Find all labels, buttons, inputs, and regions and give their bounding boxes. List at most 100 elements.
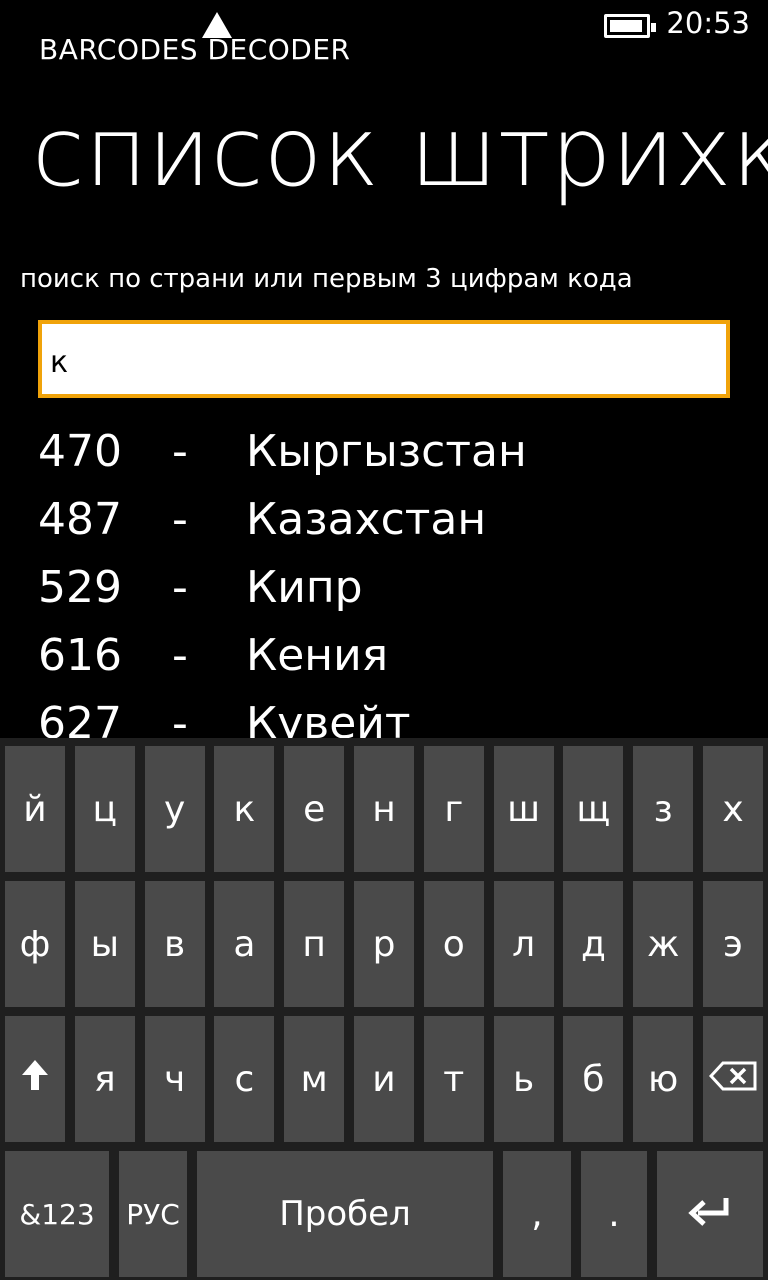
backspace-icon — [708, 1059, 757, 1100]
list-item-country: Кыргызстан — [246, 426, 527, 477]
list-item[interactable]: 616- Кения — [0, 624, 768, 692]
key-х-label: х — [722, 788, 744, 830]
key-ю[interactable]: ю — [633, 1016, 694, 1142]
list-item-country: Кипр — [246, 562, 363, 613]
key-ч-label: ч — [163, 1058, 186, 1100]
key-с-label: с — [234, 1058, 255, 1100]
key-с[interactable]: с — [214, 1016, 275, 1142]
key-т-label: т — [443, 1058, 465, 1100]
comma-key[interactable]: , — [503, 1151, 571, 1277]
key-й-label: й — [23, 788, 47, 830]
key-м[interactable]: м — [284, 1016, 345, 1142]
search-label: поиск по страни или первым 3 цифрам кода — [20, 264, 633, 294]
key-б[interactable]: б — [563, 1016, 624, 1142]
list-item[interactable]: 470- Кыргызстан — [0, 420, 768, 488]
key-п-label: п — [302, 923, 326, 965]
key-ш-label: ш — [507, 788, 541, 830]
key-ы[interactable]: ы — [74, 881, 135, 1007]
key-х[interactable]: х — [703, 746, 763, 872]
key-в[interactable]: в — [144, 881, 205, 1007]
list-item-dash: - — [172, 698, 188, 738]
list-item[interactable]: 529- Кипр — [0, 556, 768, 624]
list-item-code: 627 — [38, 698, 122, 738]
enter-key[interactable] — [657, 1151, 763, 1277]
backspace-key[interactable] — [703, 1016, 763, 1142]
enter-icon — [688, 1194, 732, 1235]
key-ы-label: ы — [90, 923, 120, 965]
key-щ[interactable]: щ — [563, 746, 624, 872]
key-н-label: н — [372, 788, 396, 830]
key-ю-label: ю — [648, 1058, 679, 1100]
key-я[interactable]: я — [74, 1016, 135, 1142]
key-д-label: д — [580, 923, 606, 965]
key-е-label: е — [303, 788, 326, 830]
key-м-label: м — [300, 1058, 328, 1100]
key-ц-label: ц — [92, 788, 118, 830]
key-ф[interactable]: ф — [5, 881, 65, 1007]
shift-key[interactable] — [5, 1016, 65, 1142]
symbols-key-label: &123 — [19, 1197, 95, 1231]
space-key-label: Пробел — [279, 1194, 411, 1234]
on-screen-keyboard: й ц у к е н г ш щ з х ф ы в а п р о л д ж э я ч с м и т ь б ю &123 РУС Пр… — [0, 738, 768, 1280]
key-н[interactable]: н — [354, 746, 414, 872]
key-э-label: э — [723, 923, 743, 965]
key-з-label: з — [653, 788, 673, 830]
key-о[interactable]: о — [423, 881, 484, 1007]
key-г[interactable]: г — [423, 746, 484, 872]
key-и-label: и — [372, 1058, 396, 1100]
shift-arrow-icon — [20, 1058, 50, 1101]
key-к[interactable]: к — [214, 746, 275, 872]
key-б-label: б — [582, 1058, 605, 1100]
key-о-label: о — [442, 923, 465, 965]
symbols-key[interactable]: &123 — [5, 1151, 109, 1277]
app-title: BARCODES DECODER — [39, 33, 351, 66]
key-т[interactable]: т — [423, 1016, 484, 1142]
battery-icon — [604, 14, 656, 38]
key-у-label: у — [163, 788, 186, 830]
period-key-label: . — [608, 1193, 620, 1235]
key-в-label: в — [163, 923, 186, 965]
key-р-label: р — [372, 923, 396, 965]
key-ь-label: ь — [512, 1058, 535, 1100]
key-й[interactable]: й — [5, 746, 65, 872]
key-а-label: а — [233, 923, 256, 965]
period-key[interactable]: . — [581, 1151, 647, 1277]
key-э[interactable]: э — [703, 881, 763, 1007]
key-и[interactable]: и — [354, 1016, 414, 1142]
key-з[interactable]: з — [633, 746, 694, 872]
list-item[interactable]: 487- Казахстан — [0, 488, 768, 556]
key-ч[interactable]: ч — [144, 1016, 205, 1142]
comma-key-label: , — [531, 1193, 543, 1235]
list-item-dash: - — [172, 426, 188, 477]
page-title: список штрихк — [32, 96, 768, 208]
search-box[interactable] — [38, 320, 730, 398]
key-у[interactable]: у — [144, 746, 205, 872]
list-item-code: 529 — [38, 562, 122, 613]
key-р[interactable]: р — [354, 881, 414, 1007]
list-item-dash: - — [172, 562, 188, 613]
list-item-country: Казахстан — [246, 494, 487, 545]
key-е[interactable]: е — [284, 746, 345, 872]
list-item-code: 470 — [38, 426, 122, 477]
key-ц[interactable]: ц — [74, 746, 135, 872]
key-ш[interactable]: ш — [493, 746, 554, 872]
list-item-country: Кувейт — [246, 698, 411, 738]
key-щ-label: щ — [576, 788, 611, 830]
key-ж-label: ж — [646, 923, 680, 965]
battery-level — [610, 20, 642, 32]
key-л[interactable]: л — [493, 881, 554, 1007]
space-key[interactable]: Пробел — [197, 1151, 493, 1277]
key-а[interactable]: а — [214, 881, 275, 1007]
list-item-dash: - — [172, 494, 188, 545]
key-к-label: к — [233, 788, 256, 830]
clock: 20:53 — [666, 6, 750, 40]
language-key[interactable]: РУС — [119, 1151, 187, 1277]
list-item-code: 616 — [38, 630, 122, 681]
key-ь[interactable]: ь — [493, 1016, 554, 1142]
list-item[interactable]: 627 - Кувейт — [0, 692, 768, 738]
key-ж[interactable]: ж — [633, 881, 694, 1007]
key-д[interactable]: д — [563, 881, 624, 1007]
key-п[interactable]: п — [284, 881, 345, 1007]
key-я-label: я — [93, 1058, 116, 1100]
search-input[interactable] — [50, 342, 710, 382]
